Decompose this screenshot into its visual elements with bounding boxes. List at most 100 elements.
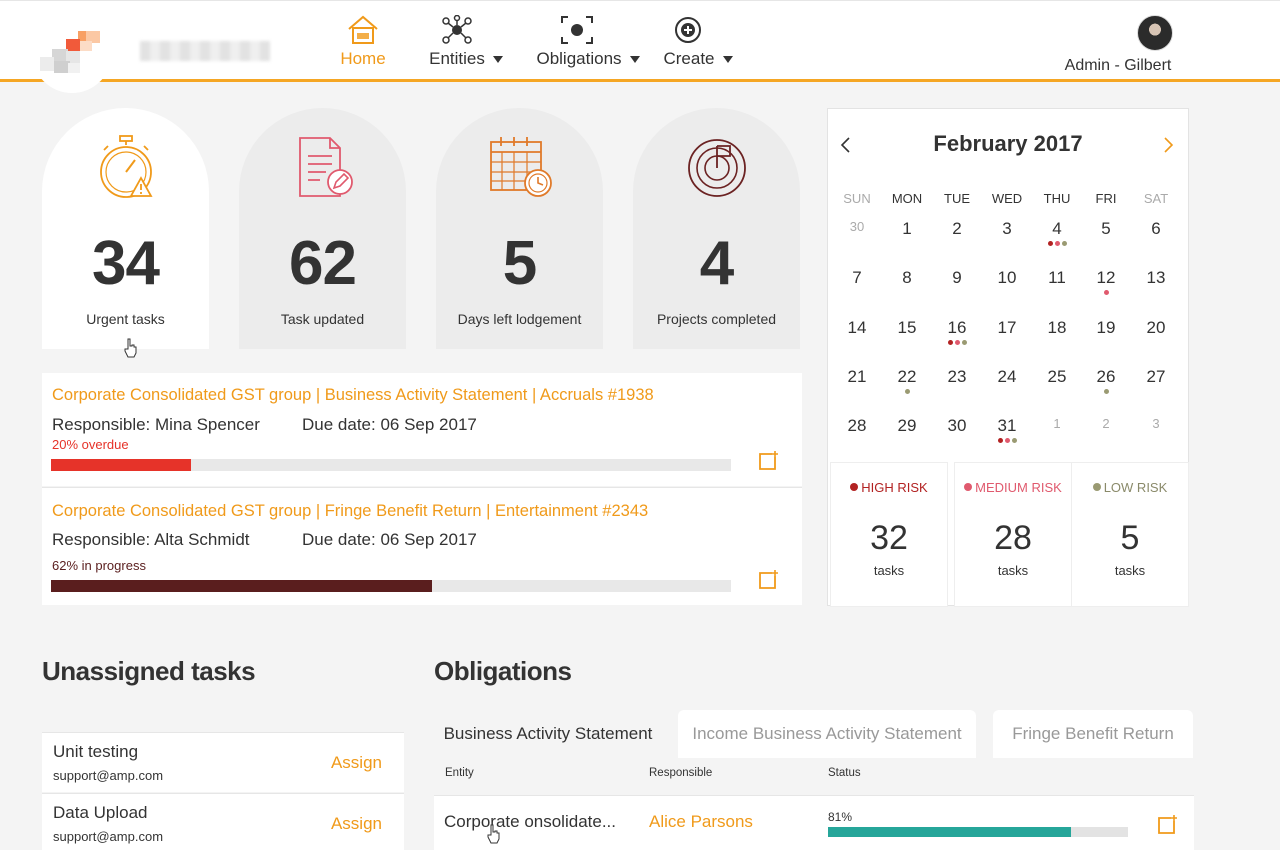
chevron-right-icon[interactable]: [1160, 137, 1176, 153]
stat-caption: Days left lodgement: [457, 311, 582, 327]
chevron-down-icon: [629, 55, 640, 63]
calendar-day[interactable]: 23: [932, 367, 982, 387]
calendar-day[interactable]: 12: [1081, 268, 1131, 288]
calendar-day[interactable]: 6: [1131, 219, 1181, 239]
calendar-day[interactable]: 7: [832, 268, 882, 288]
document-edit-icon: [298, 137, 353, 197]
calendar-day[interactable]: 21: [832, 367, 882, 387]
obligation-entity[interactable]: Corporate onsolidate...: [444, 812, 616, 832]
task-progress-fill: [51, 580, 432, 592]
calendar-day[interactable]: 11: [1032, 268, 1082, 288]
calendar-day[interactable]: 9: [932, 268, 982, 288]
weekday-header: SUN: [843, 191, 871, 206]
calendar-day[interactable]: 16: [932, 318, 982, 338]
stat-card-projects-completed[interactable]: 4 Projects completed: [633, 108, 800, 349]
calendar-day[interactable]: 25: [1032, 367, 1082, 387]
calendar-day[interactable]: 29: [882, 416, 932, 436]
risk-summary-medium[interactable]: MEDIUM RISK 28 tasks: [955, 463, 1071, 606]
column-header-status[interactable]: Status: [828, 767, 861, 779]
task-card[interactable]: Corporate Consolidated GST group | Fring…: [42, 487, 802, 605]
unassigned-task-name: Data Upload: [53, 803, 148, 822]
risk-summary-high[interactable]: HIGH RISK 32 tasks: [831, 463, 947, 606]
task-title-link[interactable]: Corporate Consolidated GST group | Fring…: [52, 502, 648, 521]
top-header: Home Entities Obligations Create Admin -…: [0, 0, 1280, 93]
nav-obligations[interactable]: Obligations: [534, 15, 642, 69]
calendar-day[interactable]: 15: [882, 318, 932, 338]
user-avatar[interactable]: [1137, 15, 1173, 51]
logo-mosaic-icon: [40, 21, 104, 73]
task-responsible: Responsible: Alta Schmidt: [52, 530, 250, 549]
calendar-day[interactable]: 17: [982, 318, 1032, 338]
home-icon: [348, 15, 378, 44]
tab-income-business-activity-statement[interactable]: Income Business Activity Statement: [678, 710, 976, 758]
calendar-day[interactable]: 1: [1032, 416, 1082, 431]
nav-create[interactable]: Create: [661, 15, 735, 69]
calendar-day-risk-dots: [882, 389, 932, 395]
calendar-day[interactable]: 10: [982, 268, 1032, 288]
brand-name-blurred: [140, 41, 270, 61]
calendar-day-risk-dots: [1032, 241, 1082, 247]
nav-entities[interactable]: Entities: [428, 15, 504, 69]
calendar-day[interactable]: 13: [1131, 268, 1181, 288]
calendar-day[interactable]: 5: [1081, 219, 1131, 239]
task-progress-bar: [51, 580, 731, 592]
add-note-icon[interactable]: [1157, 815, 1177, 835]
nav-create-label: Create: [663, 49, 715, 68]
obligation-responsible-link[interactable]: Alice Parsons: [649, 812, 753, 832]
company-logo[interactable]: [32, 9, 112, 93]
risk-summary-low[interactable]: LOW RISK 5 tasks: [1072, 463, 1188, 606]
obligation-status-percent: 81%: [828, 810, 853, 824]
calendar-day[interactable]: 30: [932, 416, 982, 436]
calendar-day[interactable]: 3: [982, 219, 1032, 239]
calendar-day-risk-dots: [932, 340, 982, 346]
add-note-icon[interactable]: [758, 451, 778, 471]
low-risk-dot-icon: [961, 340, 967, 345]
calendar-day[interactable]: 31: [982, 416, 1032, 436]
nav-home[interactable]: Home: [336, 15, 390, 69]
calendar-day[interactable]: 4: [1032, 219, 1082, 239]
tab-fringe-benefit-return[interactable]: Fringe Benefit Return: [993, 710, 1193, 758]
stat-card-days-left-lodgement[interactable]: 5 Days left lodgement: [436, 108, 603, 349]
column-header-entity[interactable]: Entity: [445, 767, 474, 779]
medium-risk-dot-icon: [1004, 438, 1010, 443]
calendar-day[interactable]: 8: [882, 268, 932, 288]
tab-business-activity-statement[interactable]: Business Activity Statement: [434, 710, 662, 758]
calendar-day[interactable]: 3: [1131, 416, 1181, 431]
task-card[interactable]: Corporate Consolidated GST group | Busin…: [42, 373, 802, 486]
calendar-day[interactable]: 18: [1032, 318, 1082, 338]
calendar-day[interactable]: 22: [882, 367, 932, 387]
calendar-day[interactable]: 27: [1131, 367, 1181, 387]
task-status: 20% overdue: [52, 437, 129, 452]
stat-caption: Task updated: [280, 311, 365, 327]
calendar-day[interactable]: 24: [982, 367, 1032, 387]
stat-card-urgent-tasks[interactable]: 34 Urgent tasks: [42, 108, 209, 349]
calendar-day[interactable]: 26: [1081, 367, 1131, 387]
low-risk-dot-icon: [1103, 389, 1109, 394]
column-header-responsible[interactable]: Responsible: [649, 767, 712, 779]
calendar-day[interactable]: 20: [1131, 318, 1181, 338]
low-risk-dot-icon: [1061, 241, 1067, 246]
calendar-day[interactable]: 2: [932, 219, 982, 239]
calendar-day[interactable]: 19: [1081, 318, 1131, 338]
calendar-day[interactable]: 2: [1081, 416, 1131, 431]
stat-card-task-updated[interactable]: 62 Task updated: [239, 108, 406, 349]
calendar-day-risk-dots: [1081, 389, 1131, 395]
task-due-date: Due date: 06 Sep 2017: [302, 415, 477, 434]
assign-button[interactable]: Assign: [331, 814, 382, 834]
risk-label: MEDIUM RISK: [955, 480, 1071, 495]
target-flag-icon: [687, 139, 746, 197]
add-note-icon[interactable]: [758, 570, 778, 590]
high-risk-dot-icon: [850, 483, 859, 491]
calendar-day[interactable]: 30: [832, 219, 882, 234]
task-title-link[interactable]: Corporate Consolidated GST group | Busin…: [52, 386, 654, 405]
table-row[interactable]: Corporate onsolidate... Alice Parsons 81…: [434, 795, 1194, 850]
calendar-day[interactable]: 28: [832, 416, 882, 436]
calendar-day[interactable]: 1: [882, 219, 932, 239]
stat-caption: Urgent tasks: [86, 311, 165, 327]
weekday-header: MON: [891, 191, 923, 206]
nav-obligations-label: Obligations: [536, 49, 622, 68]
calendar-day[interactable]: 14: [832, 318, 882, 338]
assign-button[interactable]: Assign: [331, 753, 382, 773]
unassigned-item: Unit testing support@amp.com Assign: [42, 732, 404, 792]
user-name[interactable]: Admin - Gilbert: [1058, 57, 1178, 75]
